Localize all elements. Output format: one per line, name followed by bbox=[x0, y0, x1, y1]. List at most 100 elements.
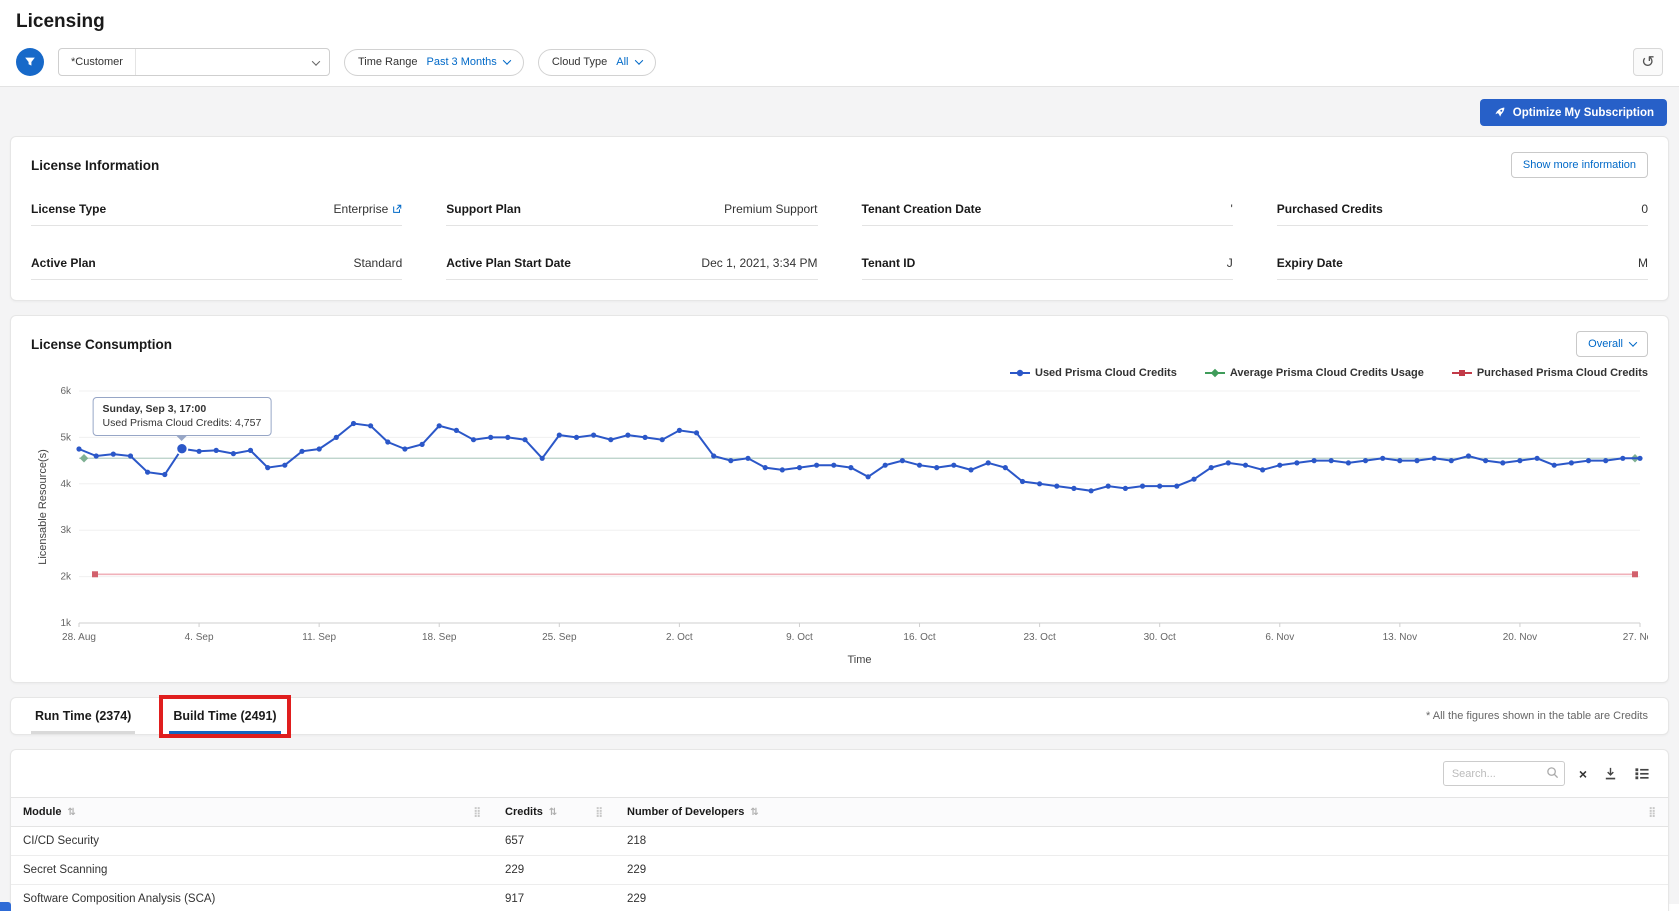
table-row[interactable]: Software Composition Analysis (SCA) 917 … bbox=[11, 885, 1668, 911]
page-header: Licensing bbox=[0, 0, 1679, 40]
license-information-card: License Information Show more informatio… bbox=[10, 136, 1669, 301]
svg-text:11. Sep: 11. Sep bbox=[302, 632, 336, 643]
page-title: Licensing bbox=[16, 11, 1663, 33]
content-area: Optimize My Subscription License Informa… bbox=[0, 87, 1679, 904]
cell-credits: 229 bbox=[493, 856, 615, 884]
cell-module: Secret Scanning bbox=[11, 856, 493, 884]
tab-run-time[interactable]: Run Time (2374) bbox=[31, 699, 135, 734]
cell-developers: 229 bbox=[615, 885, 1668, 911]
table-controls: × bbox=[11, 750, 1668, 797]
cell-credits: 657 bbox=[493, 827, 615, 855]
cell-credits: 917 bbox=[493, 885, 615, 911]
field-active-plan: Active Plan Standard bbox=[31, 252, 402, 280]
cell-module: CI/CD Security bbox=[11, 827, 493, 855]
legend-average-usage[interactable]: Average Prisma Cloud Credits Usage bbox=[1205, 367, 1424, 379]
consumption-chart[interactable]: 1k 2k 3k 4k 5k 6k 28. Aug 4. Sep 11. Sep 18. Sep 2… bbox=[31, 381, 1648, 674]
cloud-type-filter[interactable]: Cloud Type All bbox=[538, 49, 656, 76]
legend-purchased-credits[interactable]: Purchased Prisma Cloud Credits bbox=[1452, 367, 1648, 379]
table-row[interactable]: CI/CD Security 657 218 bbox=[11, 827, 1668, 856]
reset-filters-icon[interactable]: ↺ bbox=[1633, 48, 1663, 76]
cell-developers: 218 bbox=[615, 827, 1668, 855]
column-resize-handle-icon[interactable]: ⣿ bbox=[595, 807, 603, 818]
field-support-plan: Support Plan Premium Support bbox=[446, 198, 817, 226]
svg-text:28. Aug: 28. Aug bbox=[62, 632, 96, 643]
chevron-down-icon bbox=[1629, 338, 1637, 346]
customer-filter[interactable]: *Customer bbox=[58, 48, 330, 76]
bottom-left-artifact bbox=[0, 902, 11, 911]
svg-text:Licensable Resource(s): Licensable Resource(s) bbox=[37, 449, 49, 565]
svg-text:Time: Time bbox=[847, 654, 871, 666]
optimize-subscription-button[interactable]: Optimize My Subscription bbox=[1480, 99, 1667, 126]
column-header-module[interactable]: Module⇅ ⣿ bbox=[11, 798, 493, 826]
chart-legend: Used Prisma Cloud Credits Average Prisma… bbox=[31, 367, 1648, 379]
sort-icon[interactable]: ⇅ bbox=[549, 807, 557, 818]
search-box bbox=[1443, 761, 1565, 786]
svg-text:16. Oct: 16. Oct bbox=[903, 632, 935, 643]
cloud-type-label: Cloud Type bbox=[552, 56, 607, 68]
time-range-value[interactable]: Past 3 Months bbox=[426, 56, 509, 68]
line-diamond-marker-icon bbox=[1205, 368, 1225, 378]
field-license-type: License Type Enterprise bbox=[31, 198, 402, 226]
svg-text:18. Sep: 18. Sep bbox=[422, 632, 457, 643]
time-range-label: Time Range bbox=[358, 56, 418, 68]
svg-text:1k: 1k bbox=[60, 618, 72, 629]
download-icon[interactable] bbox=[1601, 764, 1620, 783]
column-settings-icon[interactable] bbox=[1632, 764, 1652, 783]
consumption-line-chart[interactable]: 1k 2k 3k 4k 5k 6k 28. Aug 4. Sep 11. Sep 18. Sep 2… bbox=[31, 381, 1648, 669]
line-circle-marker-icon bbox=[1010, 368, 1030, 378]
table-header-row: Module⇅ ⣿ Credits⇅ ⣿ Number of Developer… bbox=[11, 797, 1668, 827]
license-consumption-card: License Consumption Overall Used Prisma … bbox=[10, 315, 1669, 683]
chevron-down-icon bbox=[634, 56, 642, 64]
svg-text:2k: 2k bbox=[60, 572, 72, 583]
svg-text:23. Oct: 23. Oct bbox=[1023, 632, 1055, 643]
column-resize-handle-icon[interactable]: ⣿ bbox=[1648, 807, 1656, 818]
table-row[interactable]: Secret Scanning 229 229 bbox=[11, 856, 1668, 885]
chevron-down-icon[interactable] bbox=[304, 53, 329, 71]
license-type-link[interactable]: Enterprise bbox=[334, 202, 403, 216]
cell-module: Software Composition Analysis (SCA) bbox=[11, 885, 493, 911]
svg-text:20. Nov: 20. Nov bbox=[1503, 632, 1537, 643]
field-tenant-creation-date: Tenant Creation Date ' bbox=[862, 198, 1233, 226]
rocket-icon bbox=[1493, 106, 1506, 119]
show-more-information-button[interactable]: Show more information bbox=[1511, 152, 1648, 178]
filter-bar: *Customer Time Range Past 3 Months Cloud… bbox=[0, 40, 1679, 87]
sort-icon[interactable]: ⇅ bbox=[68, 807, 76, 818]
svg-text:25. Sep: 25. Sep bbox=[542, 632, 577, 643]
search-icon bbox=[1546, 766, 1559, 779]
funnel-icon bbox=[23, 55, 37, 69]
line-square-marker-icon bbox=[1452, 368, 1472, 378]
column-header-credits[interactable]: Credits⇅ ⣿ bbox=[493, 798, 615, 826]
legend-used-credits[interactable]: Used Prisma Cloud Credits bbox=[1010, 367, 1177, 379]
filter-icon[interactable] bbox=[16, 48, 44, 76]
license-information-title: License Information bbox=[31, 158, 159, 173]
time-tabs-strip: Run Time (2374) Build Time (2491) * All … bbox=[10, 697, 1669, 735]
svg-text:4k: 4k bbox=[60, 479, 72, 490]
customer-filter-value[interactable] bbox=[136, 49, 304, 75]
svg-text:30. Oct: 30. Oct bbox=[1144, 632, 1176, 643]
credits-note: * All the figures shown in the table are… bbox=[1426, 710, 1648, 722]
field-active-plan-start-date: Active Plan Start Date Dec 1, 2021, 3:34… bbox=[446, 252, 817, 280]
svg-text:9. Oct: 9. Oct bbox=[786, 632, 813, 643]
chevron-down-icon bbox=[503, 56, 511, 64]
sort-icon[interactable]: ⇅ bbox=[750, 807, 758, 818]
license-fields-grid: License Type Enterprise Support Plan Pre… bbox=[31, 198, 1648, 280]
svg-text:5k: 5k bbox=[60, 432, 72, 443]
svg-text:6k: 6k bbox=[60, 386, 72, 397]
cell-developers: 229 bbox=[615, 856, 1668, 884]
clear-search-icon[interactable]: × bbox=[1577, 765, 1589, 783]
customer-filter-label: *Customer bbox=[59, 49, 136, 75]
column-header-developers[interactable]: Number of Developers⇅ ⣿ bbox=[615, 798, 1668, 826]
svg-text:4. Sep: 4. Sep bbox=[185, 632, 214, 643]
svg-text:2. Oct: 2. Oct bbox=[666, 632, 693, 643]
tab-build-time[interactable]: Build Time (2491) bbox=[169, 699, 280, 734]
cloud-type-value[interactable]: All bbox=[616, 56, 641, 68]
field-expiry-date: Expiry Date M bbox=[1277, 252, 1648, 280]
field-purchased-credits: Purchased Credits 0 bbox=[1277, 198, 1648, 226]
svg-text:27. Nov: 27. Nov bbox=[1623, 632, 1648, 643]
svg-text:3k: 3k bbox=[60, 525, 72, 536]
column-resize-handle-icon[interactable]: ⣿ bbox=[473, 807, 481, 818]
svg-text:13. Nov: 13. Nov bbox=[1383, 632, 1417, 643]
consumption-view-selector[interactable]: Overall bbox=[1576, 331, 1648, 357]
time-range-filter[interactable]: Time Range Past 3 Months bbox=[344, 49, 524, 76]
external-link-icon bbox=[392, 204, 402, 214]
